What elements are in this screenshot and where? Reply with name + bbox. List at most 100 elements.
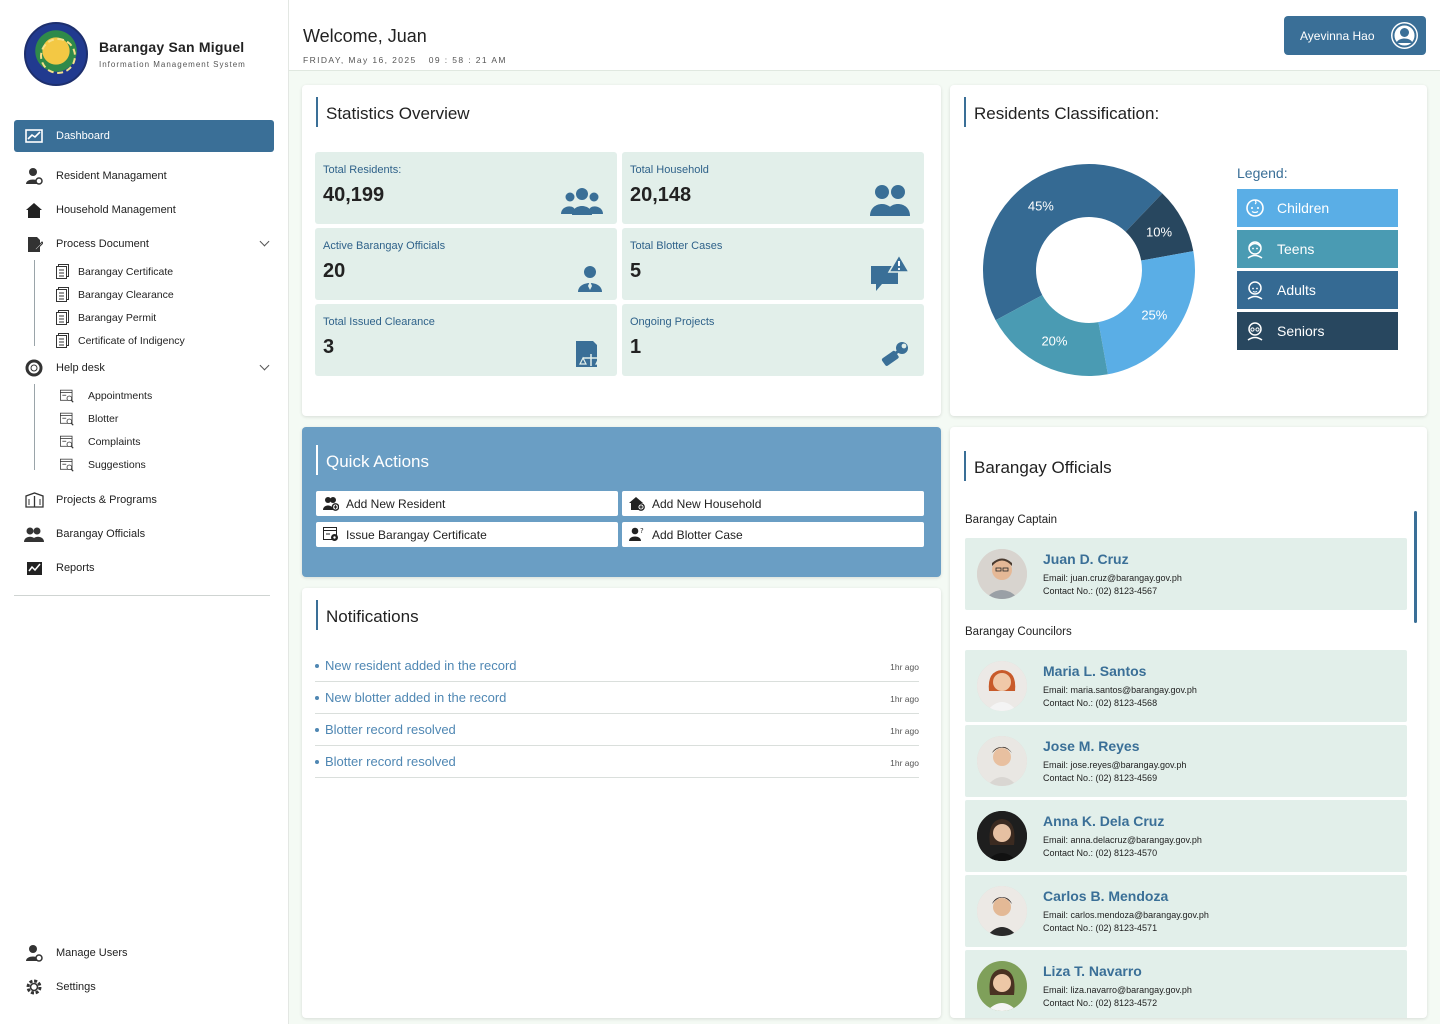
action-label: Add Blotter Case bbox=[652, 527, 743, 542]
stat-active-officials[interactable]: Active Barangay Officials 20 bbox=[315, 228, 617, 300]
subnav-certificate-of-indigency[interactable]: Certificate of Indigency bbox=[56, 329, 274, 352]
subnav-label: Appointments bbox=[88, 389, 153, 402]
svg-text:?: ? bbox=[640, 527, 644, 535]
official-card-captain[interactable]: Juan D. Cruz Email: juan.cruz@barangay.g… bbox=[965, 538, 1407, 610]
nav-help-desk[interactable]: Help desk bbox=[14, 352, 274, 384]
official-email: Email: juan.cruz@barangay.gov.ph bbox=[1043, 573, 1182, 583]
official-card-councilor[interactable]: Maria L. Santos Email: maria.santos@bara… bbox=[965, 650, 1407, 722]
stat-blotter-cases[interactable]: Total Blotter Cases 5 bbox=[622, 228, 924, 300]
legend-adults[interactable]: Adults bbox=[1237, 271, 1398, 309]
nav-process-document[interactable]: Process Document bbox=[14, 228, 274, 260]
subnav-label: Barangay Certificate bbox=[78, 265, 174, 278]
avatar bbox=[977, 961, 1027, 1011]
official-name: Liza T. Navarro bbox=[1043, 963, 1142, 979]
bullet-dot bbox=[315, 727, 319, 732]
subnav-label: Barangay Clearance bbox=[78, 288, 174, 301]
official-card-councilor[interactable]: Anna K. Dela Cruz Email: anna.delacruz@b… bbox=[965, 800, 1407, 872]
quick-actions-card: Quick Actions Add New Resident Add New H… bbox=[302, 427, 941, 577]
nav-reports[interactable]: Reports bbox=[14, 552, 274, 584]
search-list-icon bbox=[60, 388, 74, 404]
bullet-dot bbox=[315, 759, 319, 764]
manage-users-icon bbox=[24, 944, 44, 962]
avatar bbox=[977, 661, 1027, 711]
brand-subtitle: Information Management System bbox=[99, 60, 246, 69]
subnav-blotter[interactable]: Blotter bbox=[56, 407, 274, 430]
resident-icon bbox=[24, 167, 44, 185]
stat-value: 3 bbox=[323, 336, 335, 358]
nav-projects-programs[interactable]: Projects & Programs bbox=[14, 484, 274, 516]
official-card-councilor[interactable]: Jose M. Reyes Email: jose.reyes@barangay… bbox=[965, 725, 1407, 797]
nav-manage-users[interactable]: Manage Users bbox=[14, 936, 274, 970]
donut-data-label: 10% bbox=[1146, 224, 1172, 239]
officials-scrollbar[interactable] bbox=[1414, 511, 1417, 623]
sidebar: Barangay San Miguel Information Manageme… bbox=[0, 0, 289, 1024]
stat-label: Total Issued Clearance bbox=[323, 316, 435, 328]
official-email: Email: anna.delacruz@barangay.gov.ph bbox=[1043, 835, 1202, 845]
stat-issued-clearance[interactable]: Total Issued Clearance 3 bbox=[315, 304, 617, 376]
officials-icon bbox=[24, 525, 44, 543]
chevron-down-icon[interactable] bbox=[259, 360, 270, 371]
official-card-councilor[interactable]: Carlos B. Mendoza Email: carlos.mendoza@… bbox=[965, 875, 1407, 947]
subnav-barangay-clearance[interactable]: Barangay Clearance bbox=[56, 283, 274, 306]
barangay-seal-logo bbox=[24, 22, 88, 86]
add-new-household-button[interactable]: Add New Household bbox=[622, 491, 924, 516]
subnav-label: Barangay Permit bbox=[78, 311, 157, 324]
officials-title: Barangay Officials bbox=[964, 451, 1112, 481]
notification-item[interactable]: New resident added in the record 1hr ago bbox=[315, 650, 919, 682]
nav-label: Projects & Programs bbox=[56, 494, 157, 506]
certificate-icon bbox=[323, 527, 339, 542]
legend-label: Children bbox=[1277, 200, 1330, 216]
councilors-section-label: Barangay Councilors bbox=[965, 626, 1072, 638]
nav-barangay-officials[interactable]: Barangay Officials bbox=[14, 518, 274, 550]
avatar bbox=[977, 886, 1027, 936]
user-profile-button[interactable]: Ayevinna Hao bbox=[1284, 16, 1426, 55]
issue-barangay-certificate-button[interactable]: Issue Barangay Certificate bbox=[316, 522, 618, 547]
official-name: Maria L. Santos bbox=[1043, 663, 1147, 679]
add-new-resident-button[interactable]: Add New Resident bbox=[316, 491, 618, 516]
document-icon bbox=[56, 264, 70, 280]
nav-dashboard[interactable]: Dashboard bbox=[14, 120, 274, 152]
notification-item[interactable]: Blotter record resolved 1hr ago bbox=[315, 714, 919, 746]
official-email: Email: jose.reyes@barangay.gov.ph bbox=[1043, 760, 1187, 770]
legend-label: Seniors bbox=[1277, 323, 1325, 339]
official-contact: Contact No.: (02) 8123-4570 bbox=[1043, 848, 1158, 858]
stat-total-residents[interactable]: Total Residents: 40,199 bbox=[315, 152, 617, 224]
notification-item[interactable]: New blotter added in the record 1hr ago bbox=[315, 682, 919, 714]
notification-item[interactable]: Blotter record resolved 1hr ago bbox=[315, 746, 919, 778]
official-card-councilor[interactable]: Liza T. Navarro Email: liza.navarro@bara… bbox=[965, 950, 1407, 1018]
legend-label: Teens bbox=[1277, 241, 1315, 257]
notification-time: 1hr ago bbox=[890, 758, 919, 768]
subnav-barangay-permit[interactable]: Barangay Permit bbox=[56, 306, 274, 329]
legend-children[interactable]: Children bbox=[1237, 189, 1398, 227]
subnav-barangay-certificate[interactable]: Barangay Certificate bbox=[56, 260, 274, 283]
statistics-title: Statistics Overview bbox=[316, 97, 470, 127]
nav-settings[interactable]: Settings bbox=[14, 970, 274, 1004]
stat-ongoing-projects[interactable]: Ongoing Projects 1 bbox=[622, 304, 924, 376]
nav-label: Resident Managament bbox=[56, 170, 167, 182]
notification-text: New resident added in the record bbox=[325, 658, 517, 673]
notification-text: Blotter record resolved bbox=[325, 722, 456, 737]
legend-teens[interactable]: Teens bbox=[1237, 230, 1398, 268]
current-time: 09 : 58 : 21 AM bbox=[428, 55, 507, 65]
nav-household-management[interactable]: Household Management bbox=[14, 194, 274, 226]
welcome-text: Welcome, Juan bbox=[303, 26, 427, 46]
legend-seniors[interactable]: Seniors bbox=[1237, 312, 1398, 350]
donut-data-label: 25% bbox=[1141, 307, 1167, 322]
search-list-icon bbox=[60, 457, 74, 473]
add-blotter-case-button[interactable]: ? Add Blotter Case bbox=[622, 522, 924, 547]
chevron-down-icon[interactable] bbox=[259, 236, 270, 247]
official-email: Email: liza.navarro@barangay.gov.ph bbox=[1043, 985, 1192, 995]
official-contact: Contact No.: (02) 8123-4568 bbox=[1043, 698, 1158, 708]
user-avatar-icon bbox=[1391, 22, 1418, 49]
nav-resident-management[interactable]: Resident Managament bbox=[14, 160, 274, 192]
barangay-officials-card: Barangay Officials Barangay Captain Juan… bbox=[950, 427, 1427, 1018]
nav-label: Settings bbox=[56, 981, 96, 993]
stat-total-household[interactable]: Total Household 20,148 bbox=[622, 152, 924, 224]
subnav-suggestions[interactable]: Suggestions bbox=[56, 453, 274, 476]
adult-face-icon bbox=[1245, 280, 1265, 300]
bullet-dot bbox=[315, 663, 319, 668]
stat-label: Ongoing Projects bbox=[630, 316, 715, 328]
subnav-complaints[interactable]: Complaints bbox=[56, 430, 274, 453]
document-icon bbox=[56, 333, 70, 349]
subnav-appointments[interactable]: Appointments bbox=[56, 384, 274, 407]
